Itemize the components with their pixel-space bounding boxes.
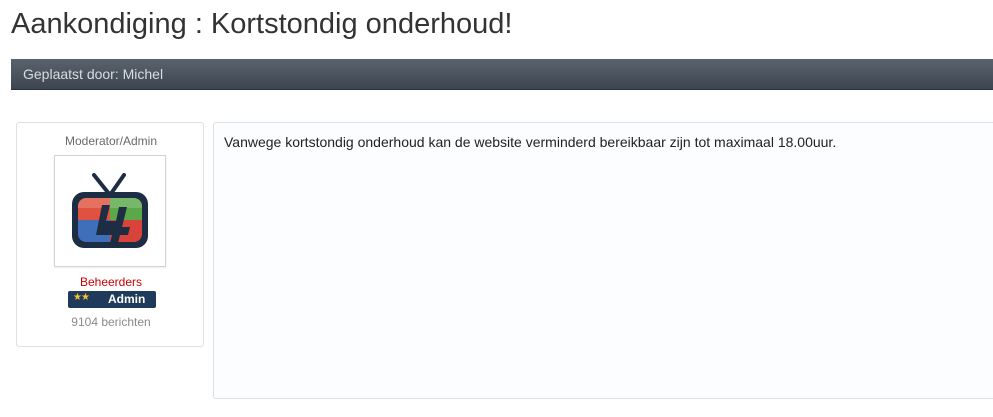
post-header-bar: Geplaatst door: Michel — [11, 59, 993, 90]
tv-logo-icon — [72, 173, 148, 248]
author-group-name[interactable]: Beheerders — [17, 275, 205, 289]
author-profile-card: Moderator/Admin Beheerders ★★ Admin 9104… — [16, 122, 204, 347]
author-role-title: Moderator/Admin — [64, 134, 158, 148]
page-title: Aankondiging : Kortstondig onderhoud! — [11, 8, 513, 40]
avatar[interactable] — [54, 155, 166, 267]
rank-label: Admin — [108, 292, 146, 306]
rank-badge: ★★ Admin — [68, 291, 156, 308]
rank-stars-icon: ★★ — [73, 292, 90, 303]
author-post-count: 9104 berichten — [71, 315, 151, 329]
message-text: Vanwege kortstondig onderhoud kan de web… — [224, 134, 837, 150]
posted-by-label: Geplaatst door: Michel — [23, 66, 164, 82]
post-message-body: Vanwege kortstondig onderhoud kan de web… — [213, 122, 993, 399]
